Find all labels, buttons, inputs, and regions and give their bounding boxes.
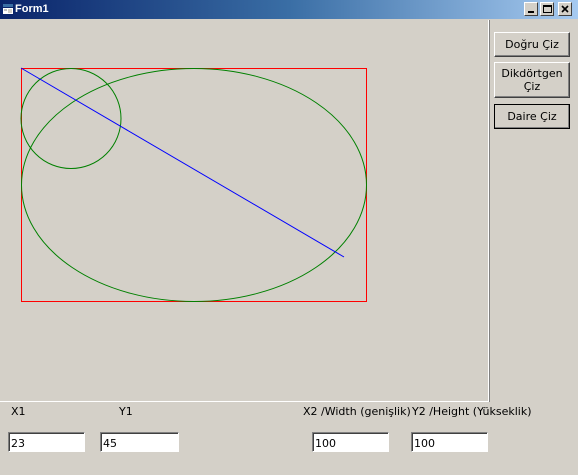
drawn-ellipse <box>21 68 367 302</box>
close-button[interactable] <box>558 2 572 16</box>
x2-width-input[interactable] <box>312 432 389 452</box>
draw-rectangle-button[interactable]: Dikdörtgen Çiz <box>494 62 570 98</box>
drawing-panel[interactable] <box>0 20 489 402</box>
minimize-icon <box>528 11 534 13</box>
drawn-rectangle <box>21 68 367 302</box>
drawn-line <box>20 67 345 258</box>
x1-input[interactable] <box>8 432 85 452</box>
window-title: Form1 <box>15 3 49 15</box>
x2-width-label: X2 /Width (genişlik) <box>303 405 411 418</box>
drawing-canvas <box>20 67 367 302</box>
close-icon <box>561 5 569 13</box>
y1-input[interactable] <box>100 432 179 452</box>
drawn-circle <box>20 68 122 169</box>
y2-height-input[interactable] <box>411 432 488 452</box>
maximize-icon <box>543 5 552 13</box>
draw-circle-button[interactable]: Daire Çiz <box>494 104 570 129</box>
minimize-button[interactable] <box>524 2 538 16</box>
draw-line-button[interactable]: Doğru Çiz <box>494 32 570 57</box>
y1-label: Y1 <box>119 405 133 418</box>
maximize-button[interactable] <box>540 2 554 16</box>
form-icon[interactable] <box>2 3 14 15</box>
title-bar[interactable]: Form1 <box>0 0 578 19</box>
x1-label: X1 <box>11 405 26 418</box>
y2-height-label: Y2 /Height (Yükseklik) <box>412 405 532 418</box>
